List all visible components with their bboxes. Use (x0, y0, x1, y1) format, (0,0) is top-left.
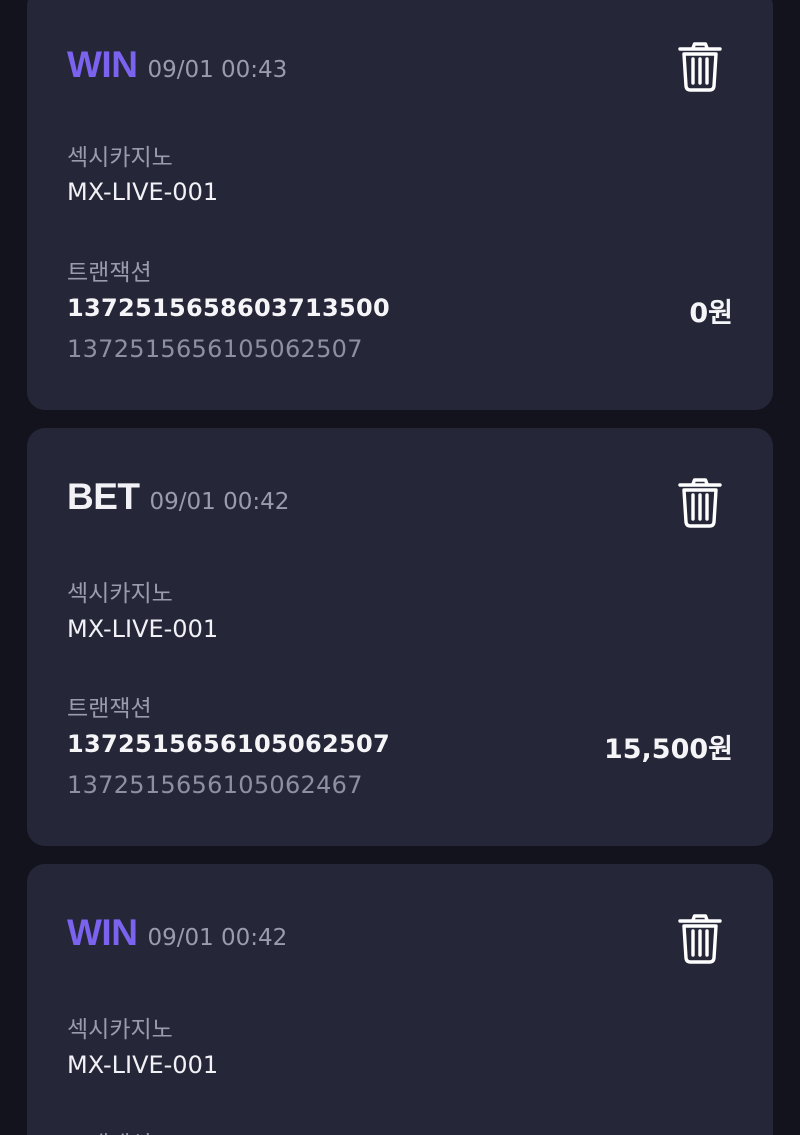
transaction-header: BET 09/01 00:42 (67, 476, 289, 518)
transaction-type-badge: WIN (67, 44, 138, 85)
transaction-header: WIN 09/01 00:43 (67, 44, 287, 86)
transaction-card: WIN 09/01 00:43 섹시카지노 MX-LIVE-001 트랜잭션 1… (27, 0, 773, 410)
transaction-card: BET 09/01 00:42 섹시카지노 MX-LIVE-001 트랜잭션 1… (27, 428, 773, 846)
delete-button[interactable] (677, 42, 723, 92)
transaction-type-badge: BET (67, 476, 140, 517)
transaction-card: WIN 09/01 00:42 섹시카지노 MX-LIVE-001 트랜잭션 (27, 864, 773, 1135)
transaction-time: 09/01 00:42 (149, 489, 290, 515)
game-id: MX-LIVE-001 (67, 178, 219, 206)
transaction-time: 09/01 00:42 (147, 925, 288, 951)
reference-id: 1372515656105062507 (67, 335, 363, 363)
trash-icon (678, 42, 722, 92)
trash-icon (678, 914, 722, 964)
delete-button[interactable] (677, 914, 723, 964)
transaction-amount: 15,500원 (603, 734, 733, 765)
casino-name: 섹시카지노 (67, 145, 173, 171)
transaction-id: 1372515656105062507 (67, 730, 390, 758)
transaction-list: WIN 09/01 00:43 섹시카지노 MX-LIVE-001 트랜잭션 1… (0, 0, 800, 1135)
transaction-type-badge: WIN (67, 912, 138, 953)
casino-name: 섹시카지노 (67, 1017, 173, 1043)
transaction-time: 09/01 00:43 (147, 57, 288, 83)
casino-name: 섹시카지노 (67, 581, 173, 607)
transaction-label: 트랜잭션 (67, 260, 152, 286)
transaction-header: WIN 09/01 00:42 (67, 912, 287, 954)
reference-id: 1372515656105062467 (67, 771, 363, 799)
transaction-label: 트랜잭션 (67, 1125, 152, 1135)
game-id: MX-LIVE-001 (67, 615, 219, 643)
transaction-label: 트랜잭션 (67, 696, 152, 722)
trash-icon (678, 478, 722, 528)
transaction-amount: 0원 (689, 298, 733, 329)
game-id: MX-LIVE-001 (67, 1051, 219, 1079)
transaction-id: 1372515658603713500 (67, 294, 390, 322)
delete-button[interactable] (677, 478, 723, 528)
